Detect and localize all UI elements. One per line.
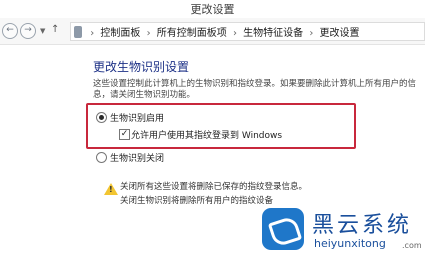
breadcrumb[interactable]: › 控制面板 › 所有控制面板项 › 生物特征设备 › 更改设置 — [70, 22, 425, 41]
breadcrumb-item-control-panel[interactable]: 控制面板 — [100, 28, 140, 39]
highlight-box — [86, 103, 356, 149]
exclamation-icon: ! — [109, 185, 113, 194]
forward-arrow-icon[interactable]: → — [20, 23, 36, 39]
chevron-right-icon[interactable]: › — [90, 28, 94, 39]
page-title: 更改生物识别设置 — [93, 60, 190, 74]
address-bar: ← → ▼ ↑ › 控制面板 › 所有控制面板项 › 生物特征设备 › 更改设置 — [0, 18, 425, 45]
warning-text: 关闭所有这些设置将删除已保存的指纹登录信息。 — [120, 182, 308, 192]
biometrics-off-label[interactable]: 生物识别关闭 — [110, 151, 164, 164]
control-panel-icon — [74, 26, 82, 38]
watermark-name: 黑云系统 — [312, 213, 413, 238]
watermark-url: heiyunxitong — [314, 237, 386, 250]
allow-fingerprint-label[interactable]: 允许用户使用其指纹登录到 Windows — [131, 128, 282, 141]
breadcrumb-path: › 控制面板 › 所有控制面板项 › 生物特征设备 › 更改设置 — [74, 24, 360, 39]
recent-pages-dropdown-icon[interactable]: ▼ — [40, 27, 45, 35]
warning-text-secondary: 关闭生物识别将删除所有用户的指纹设备 — [120, 196, 274, 206]
biometrics-off-radio[interactable] — [96, 152, 107, 163]
allow-fingerprint-checkbox[interactable]: ✓ — [119, 129, 130, 140]
radio-selected-dot — [99, 115, 104, 120]
breadcrumb-item-biometric-devices[interactable]: 生物特征设备 — [243, 28, 303, 39]
up-arrow-icon[interactable]: ↑ — [51, 24, 59, 35]
title-bar: 更改设置 — [0, 0, 425, 18]
chevron-right-icon[interactable]: › — [233, 28, 237, 39]
biometrics-on-radio[interactable] — [96, 112, 107, 123]
breadcrumb-item-all-items[interactable]: 所有控制面板项 — [157, 28, 227, 39]
description-text: 这些设置控制此计算机上的生物识别和指纹登录。如果要删除此计算机上所有用户的信息，… — [93, 79, 417, 100]
chevron-right-icon[interactable]: › — [147, 28, 151, 39]
heiyun-logo-icon — [262, 208, 304, 250]
breadcrumb-item-change-settings[interactable]: 更改设置 — [320, 28, 360, 39]
warning-icon: ! — [104, 183, 118, 195]
back-arrow-icon[interactable]: ← — [2, 23, 18, 39]
window-title: 更改设置 — [190, 3, 235, 16]
chevron-right-icon[interactable]: › — [309, 28, 313, 39]
watermark: 黑云系统 heiyunxitong .com — [252, 205, 425, 254]
watermark-tld: .com — [402, 241, 422, 250]
biometrics-on-label[interactable]: 生物识别启用 — [110, 111, 164, 124]
